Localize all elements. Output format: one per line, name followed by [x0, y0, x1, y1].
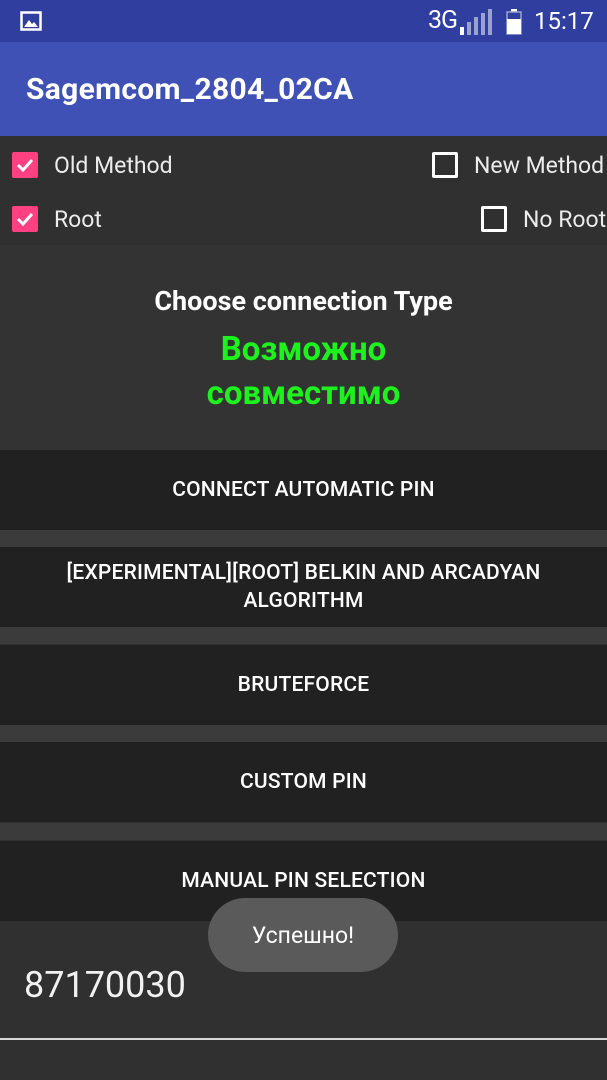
divider: [0, 725, 607, 742]
divider: [0, 530, 607, 547]
checkbox-unchecked-icon[interactable]: [481, 206, 507, 232]
connection-type-header: Choose connection Type Возможно совмести…: [0, 245, 607, 450]
old-method-label: Old Method: [54, 151, 173, 179]
belkin-button-label-line2: ALGORITHM: [243, 589, 364, 613]
root-checkbox[interactable]: Root: [12, 199, 102, 239]
pin-value[interactable]: 87170030: [24, 964, 186, 1006]
checkbox-checked-icon[interactable]: [12, 152, 38, 178]
clock: 15:17: [534, 7, 594, 35]
belkin-arcadyan-algorithm-button[interactable]: [EXPERIMENTAL][ROOT] BELKIN AND ARCADYAN…: [0, 547, 607, 627]
toast-message: Успешно!: [208, 898, 398, 972]
divider: [0, 823, 607, 840]
belkin-button-label-line1: [EXPERIMENTAL][ROOT] BELKIN AND ARCADYAN: [66, 561, 541, 585]
checkbox-checked-icon[interactable]: [12, 206, 38, 232]
new-method-checkbox[interactable]: New Method: [432, 145, 604, 185]
connect-automatic-pin-button[interactable]: CONNECT AUTOMATIC PIN: [0, 450, 607, 530]
choose-connection-title: Choose connection Type: [154, 285, 453, 317]
gallery-notification-icon: [20, 11, 42, 35]
compatibility-status-line1: Возможно: [220, 330, 387, 369]
divider: [0, 627, 607, 644]
battery-icon: [506, 9, 522, 39]
bruteforce-button[interactable]: BRUTEFORCE: [0, 645, 607, 725]
app-bar: Sagemcom_2804_02CA: [0, 42, 607, 136]
no-root-checkbox[interactable]: No Root: [481, 199, 606, 239]
compatibility-status-line2: совместимо: [206, 374, 401, 413]
new-method-label: New Method: [474, 151, 605, 179]
status-bar: 3G 15:17: [0, 0, 607, 42]
old-method-checkbox[interactable]: Old Method: [12, 145, 173, 185]
root-label: Root: [54, 205, 102, 233]
network-type: 3G: [428, 6, 458, 35]
checkbox-unchecked-icon[interactable]: [432, 152, 458, 178]
no-root-label: No Root: [523, 205, 607, 233]
custom-pin-button[interactable]: CUSTOM PIN: [0, 742, 607, 822]
pin-field-underline: [0, 1038, 607, 1040]
compatibility-status: Возможно совместимо: [0, 328, 607, 416]
app-title: Sagemcom_2804_02CA: [26, 72, 354, 107]
signal-icon: [460, 9, 494, 39]
